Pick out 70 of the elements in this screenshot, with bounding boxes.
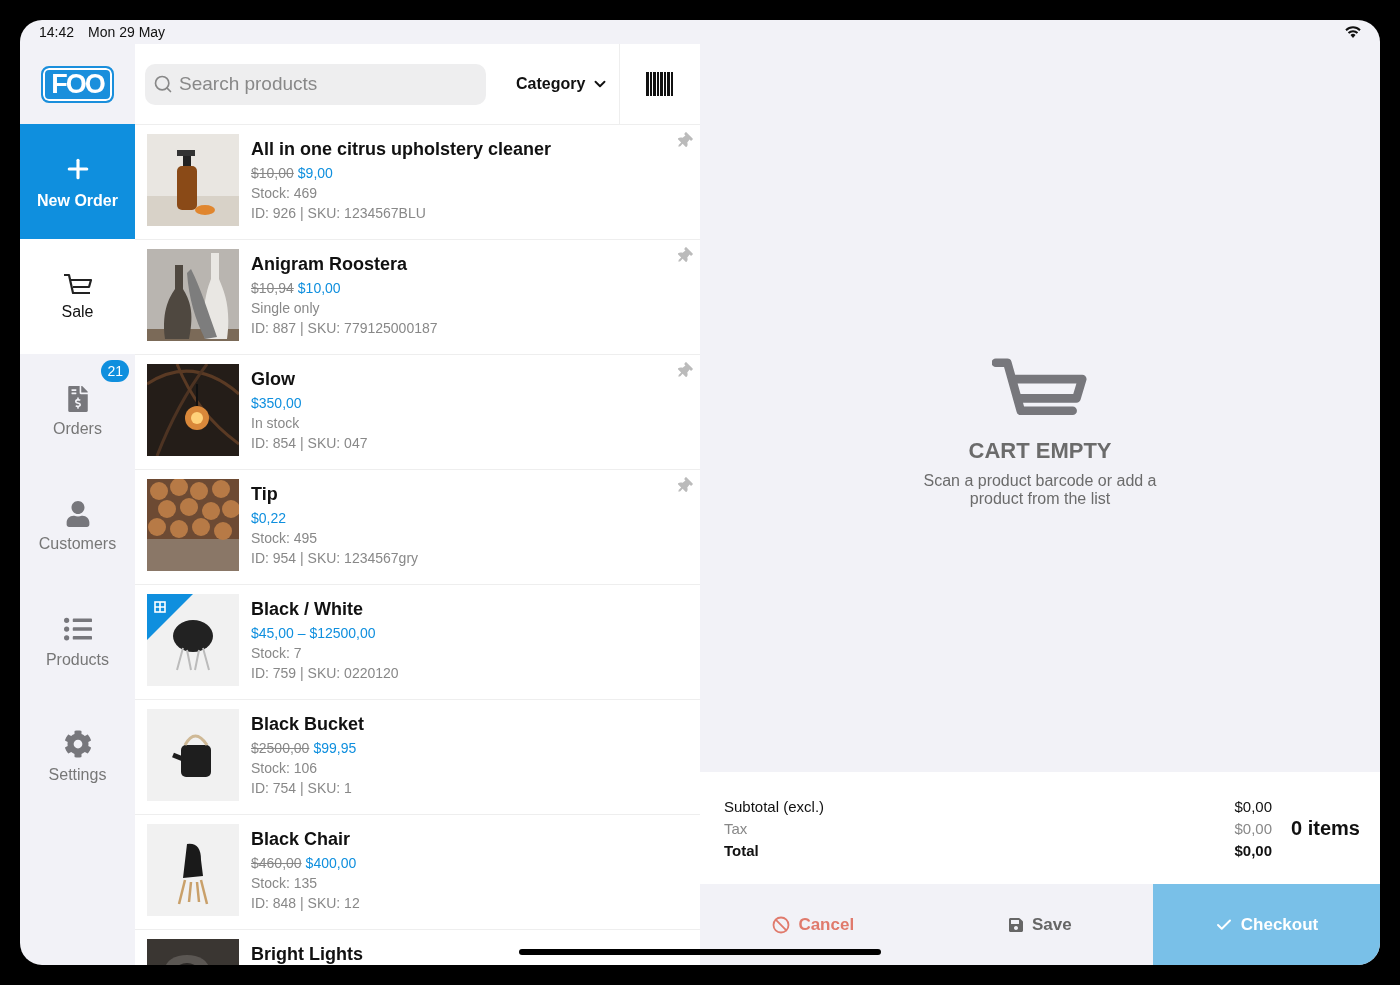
id-sku-text: ID: 926 | SKU: 1234567BLU: [251, 204, 427, 223]
product-row[interactable]: Tip $0,22 Stock: 495 ID: 954 | SKU: 1234567gry: [135, 470, 700, 585]
logo: FOO: [41, 65, 114, 103]
cart-icon: [62, 272, 93, 295]
empty-message: Scan a product barcode or add a product from the list: [922, 471, 1158, 508]
stock-text: Stock: 7: [251, 644, 303, 663]
product-row[interactable]: Black Chair $460,00 $400,00 Stock: 135 ID: 848 | SKU: 12: [135, 815, 700, 930]
search-icon: [153, 73, 173, 94]
regular-price: $10,94: [251, 279, 294, 298]
pin-icon[interactable]: [676, 478, 692, 494]
product-title: Black / White: [251, 598, 365, 620]
pin-icon[interactable]: [676, 363, 692, 379]
pin-icon[interactable]: [676, 133, 692, 149]
product-title: Anigram Roostera: [251, 253, 409, 275]
cart-icon: [992, 358, 1088, 418]
barcode-icon: [646, 72, 674, 96]
id-sku-text: ID: 848 | SKU: 12: [251, 894, 360, 913]
price: $0,22: [251, 509, 287, 528]
product-row[interactable]: All in one citrus upholstery cleaner $10,00 $9,00 Stock: 469 ID: 926 | SKU: 1234567BLU: [135, 125, 700, 240]
stock-text: Stock: 106: [251, 759, 319, 778]
regular-price: $2500,00: [251, 739, 310, 758]
id-sku-text: ID: 854 | SKU: 047: [251, 434, 368, 453]
wifi-icon: [1345, 26, 1361, 38]
id-sku-text: ID: 754 | SKU: 1: [251, 779, 353, 798]
total-value: $0,00: [1234, 819, 1273, 837]
gear-icon: [63, 729, 92, 758]
items-count: 0 items: [1291, 816, 1360, 840]
ban-icon: [772, 915, 791, 934]
id-sku-text: ID: 887 | SKU: 779125000187: [251, 319, 438, 338]
regular-price: $460,00: [251, 854, 302, 873]
total-value: $0,00: [1234, 841, 1273, 859]
regular-price: $10,00: [251, 164, 294, 183]
count-badge: 21: [101, 360, 129, 382]
product-row[interactable]: Black / White $45,00 – $12500,00 Stock: 7 ID: 759 | SKU: 0220120: [135, 585, 700, 700]
id-sku-text: ID: 759 | SKU: 0220120: [251, 664, 399, 683]
pin-icon[interactable]: [676, 248, 692, 264]
product-title: Black Chair: [251, 828, 352, 850]
total-label: Tax: [724, 819, 749, 837]
price: $400,00: [305, 854, 357, 873]
product-row[interactable]: Black Bucket $2500,00 $99,95 Stock: 106 ID: 754 | SKU: 1: [135, 700, 700, 815]
stock-text: Stock: 469: [251, 184, 319, 203]
empty-title: CART EMPTY: [968, 437, 1112, 464]
id-sku-text: ID: 954 | SKU: 1234567gry: [251, 549, 419, 568]
user-icon: [64, 500, 91, 527]
product-title: Bright Lights: [251, 943, 363, 965]
status-time: 14:42: [39, 24, 75, 40]
price: $10,00: [297, 279, 341, 298]
total-value: $0,00: [1234, 797, 1273, 815]
stock-text: Stock: 495: [251, 529, 319, 548]
sidebar-item[interactable]: Sale: [20, 239, 135, 354]
product-row[interactable]: Glow $350,00 In stock ID: 854 | SKU: 047: [135, 355, 700, 470]
status-date: Mon 29 May: [88, 24, 166, 40]
category-dropdown[interactable]: Category: [512, 71, 614, 97]
price: $9,00: [297, 164, 333, 183]
search-field[interactable]: Search products: [145, 63, 486, 105]
price: $99,95: [313, 739, 357, 758]
stock-text: Single only: [251, 299, 321, 318]
price: $45,00 – $12500,00: [251, 624, 376, 643]
stock-text: In stock: [251, 414, 301, 433]
product-title: Glow: [251, 368, 296, 390]
price: $350,00: [251, 394, 302, 413]
product-title: Tip: [251, 483, 279, 505]
stock-text: Stock: 135: [251, 874, 319, 893]
total-label: Subtotal (excl.): [724, 797, 826, 815]
save-icon: [1007, 916, 1024, 933]
total-label: Total: [724, 841, 760, 859]
product-title: All in one citrus upholstery cleaner: [251, 138, 552, 160]
new-order-button[interactable]: New Order: [20, 124, 135, 239]
product-title: Black Bucket: [251, 713, 365, 735]
product-row[interactable]: Anigram Roostera $10,94 $10,00 Single only ID: 887 | SKU: 779125000187: [135, 240, 700, 355]
